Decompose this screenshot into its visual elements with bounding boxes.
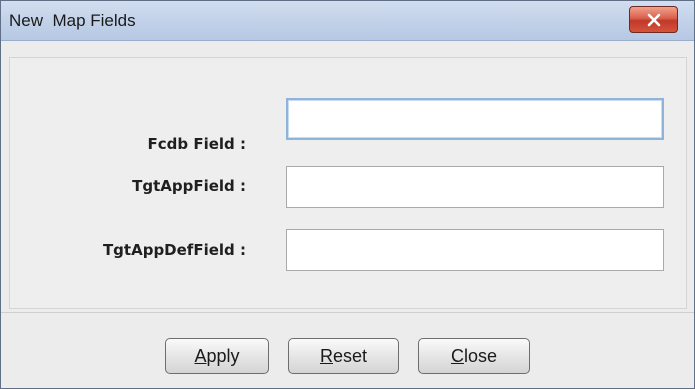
close-label-rest: lose bbox=[463, 345, 498, 366]
close-button[interactable]: Close bbox=[418, 338, 530, 374]
window-title: New Map Fields bbox=[9, 11, 136, 30]
tgt-app-def-field-label: TgtAppDefField : bbox=[102, 241, 246, 259]
apply-mnemonic: A bbox=[194, 345, 207, 366]
close-mnemonic: C bbox=[450, 345, 464, 366]
reset-mnemonic: R bbox=[319, 345, 333, 366]
title-bar[interactable]: New Map Fields bbox=[1, 1, 694, 41]
fcdb-field-label: Fcdb Field : bbox=[147, 135, 247, 153]
fcdb-field-input[interactable] bbox=[286, 98, 664, 140]
reset-label-rest: eset bbox=[332, 345, 368, 366]
tgt-app-field-input[interactable] bbox=[286, 166, 664, 208]
dialog-window: New Map Fields Fcdb Field : TgtAppField … bbox=[0, 0, 695, 389]
apply-label-rest: pply bbox=[206, 345, 240, 366]
close-window-button[interactable] bbox=[629, 6, 678, 33]
reset-button[interactable]: Reset bbox=[288, 338, 399, 374]
button-bar-separator bbox=[1, 312, 694, 313]
form-panel: Fcdb Field : TgtAppField : TgtAppDefFiel… bbox=[9, 57, 687, 309]
tgt-app-def-field-input[interactable] bbox=[286, 229, 664, 271]
close-icon bbox=[647, 13, 660, 26]
tgt-app-field-label: TgtAppField : bbox=[132, 177, 246, 195]
apply-button[interactable]: Apply bbox=[165, 338, 269, 374]
